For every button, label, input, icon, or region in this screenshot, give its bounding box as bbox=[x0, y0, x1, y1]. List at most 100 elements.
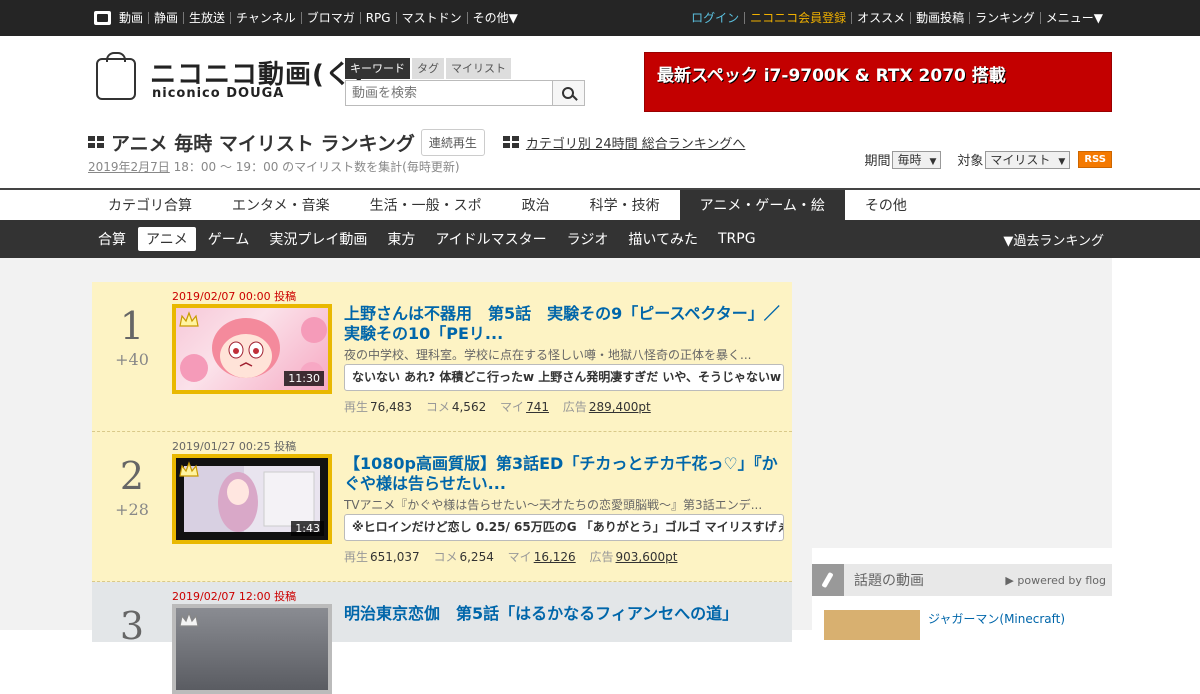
subtab-idolmaster[interactable]: アイドルマスター bbox=[427, 227, 554, 251]
ad-points-link[interactable]: 903,600pt bbox=[616, 550, 678, 564]
pen-icon bbox=[812, 564, 844, 596]
banner-ad-text: 最新スペック i7-9700K & RTX 2070 搭載 bbox=[657, 66, 1006, 86]
period-label: 期間 bbox=[864, 154, 891, 169]
ranking-title-row: アニメ 毎時 マイリスト ランキング 連続再生 カテゴリ別 24時間 総合ランキ… bbox=[88, 128, 745, 156]
niconico-logo[interactable]: ニコニコ動画(く) niconico DOUGA bbox=[94, 52, 364, 104]
search-tab-mylist[interactable]: マイリスト bbox=[446, 58, 511, 79]
search-button[interactable] bbox=[553, 80, 585, 106]
views-count: 651,037 bbox=[370, 550, 420, 564]
mylist-label: マイ bbox=[500, 400, 525, 414]
video-thumbnail[interactable]: 11:30 bbox=[172, 304, 332, 394]
global-nav-right: ログイン ニコニコ会員登録 オススメ 動画投稿 ランキング メニュー▼ bbox=[686, 0, 1108, 36]
tab-other[interactable]: その他 bbox=[845, 190, 927, 220]
video-title-link[interactable]: 【1080p高画質版】第3話ED「チカっとチカ千花っ♡」『かぐや様は告らせたい.… bbox=[344, 454, 784, 494]
subtab-radio[interactable]: ラジオ bbox=[559, 227, 617, 251]
subtab-trpg[interactable]: TRPG bbox=[710, 229, 764, 249]
category-grid-icon bbox=[502, 136, 519, 148]
nav-live[interactable]: 生放送 bbox=[183, 12, 230, 24]
tab-life-general-sports[interactable]: 生活・一般・スポ bbox=[350, 190, 502, 220]
ranking-item: 3 2019/02/07 12:00 投稿 明治東京恋伽 第5話「はるかなるフィ… bbox=[92, 582, 792, 694]
ranking-list-icon bbox=[88, 136, 104, 148]
nav-mastodon[interactable]: マストドン bbox=[395, 12, 467, 24]
dropdown-arrow-icon: ▼ bbox=[929, 156, 937, 167]
search-tab-keyword[interactable]: キーワード bbox=[345, 58, 410, 79]
rank-number: 3 bbox=[119, 604, 145, 648]
sidebar: 話題の動画 ▶ powered by flog ジャガーマン(Minecraft… bbox=[812, 258, 1200, 640]
rss-button[interactable]: RSS bbox=[1078, 151, 1112, 168]
comments-count: 4,562 bbox=[451, 400, 487, 414]
comments-label: コメ bbox=[425, 400, 450, 414]
views-label: 再生 bbox=[344, 400, 369, 414]
niconico-tv-icon[interactable] bbox=[94, 11, 111, 25]
play-all-button[interactable]: 連続再生 bbox=[420, 128, 485, 156]
mylist-count-link[interactable]: 741 bbox=[526, 400, 549, 414]
tab-anime-game-art[interactable]: アニメ・ゲーム・絵 bbox=[679, 190, 845, 220]
rank-change: +28 bbox=[115, 500, 149, 519]
logo-text-en: niconico DOUGA bbox=[152, 86, 285, 101]
posted-date: 2019/01/27 00:25 投稿 bbox=[172, 440, 297, 453]
nav-rpg[interactable]: RPG bbox=[359, 12, 396, 24]
nav-channel[interactable]: チャンネル bbox=[230, 12, 301, 24]
subtab-lets-play[interactable]: 実況プレイ動画 bbox=[261, 227, 375, 251]
ad-label: 広告 bbox=[562, 400, 587, 414]
mylist-label: マイ bbox=[507, 550, 532, 564]
target-label: 対象 bbox=[957, 154, 984, 169]
search-area: キーワード タグ マイリスト bbox=[345, 58, 585, 106]
ad-label: 広告 bbox=[589, 550, 614, 564]
nav-other-menu[interactable]: その他▼ bbox=[466, 12, 523, 24]
tab-entertainment-music[interactable]: エンタメ・音楽 bbox=[212, 190, 350, 220]
subtab-anime[interactable]: アニメ bbox=[138, 227, 196, 251]
subtab-drawing[interactable]: 描いてみた bbox=[620, 227, 706, 251]
tab-science-tech[interactable]: 科学・技術 bbox=[570, 190, 680, 220]
trending-thumbnail[interactable] bbox=[824, 610, 920, 640]
trending-item[interactable]: ジャガーマン(Minecraft) bbox=[824, 610, 1065, 640]
views-count: 76,483 bbox=[370, 400, 413, 414]
page-title: アニメ 毎時 マイリスト ランキング bbox=[111, 132, 415, 155]
powered-by-flog[interactable]: ▶ powered by flog bbox=[1005, 574, 1106, 587]
video-thumbnail[interactable]: 1:43 bbox=[172, 454, 332, 544]
video-description: 夜の中学校、理科室。学校に点在する怪しい噂・地獄八怪奇の正体を暴く... bbox=[344, 348, 752, 362]
mylist-count-link[interactable]: 16,126 bbox=[534, 550, 576, 564]
register-link[interactable]: ニコニコ会員登録 bbox=[744, 12, 851, 24]
nav-recommend[interactable]: オススメ bbox=[851, 12, 910, 24]
aggregation-date-link[interactable]: 2019年2月7日 bbox=[88, 160, 170, 174]
trending-item-title[interactable]: ジャガーマン(Minecraft) bbox=[928, 610, 1065, 640]
site-header: ニコニコ動画(く) niconico DOUGA キーワード タグ マイリスト … bbox=[0, 36, 1200, 188]
target-select[interactable]: マイリスト ▼ bbox=[985, 150, 1071, 169]
crown-icon bbox=[179, 461, 199, 477]
crown-icon bbox=[179, 611, 199, 627]
nav-upload[interactable]: 動画投稿 bbox=[910, 12, 969, 24]
nav-ranking[interactable]: ランキング bbox=[969, 12, 1040, 24]
ad-points-link[interactable]: 289,400pt bbox=[589, 400, 651, 414]
period-select[interactable]: 毎時 ▼ bbox=[892, 150, 942, 169]
tv-chan-mascot-icon bbox=[96, 52, 136, 100]
tab-category-all[interactable]: カテゴリ合算 bbox=[88, 190, 212, 220]
aggregation-period-label: 18：00 ～ 19：00 のマイリスト数を集計(毎時更新) bbox=[169, 160, 460, 174]
nav-blomaga[interactable]: ブロマガ bbox=[300, 12, 360, 24]
comments-label: コメ bbox=[433, 550, 458, 564]
nav-seiga[interactable]: 静画 bbox=[148, 12, 183, 24]
crown-icon bbox=[179, 311, 199, 327]
nav-menu[interactable]: メニュー▼ bbox=[1039, 12, 1108, 24]
login-link[interactable]: ログイン bbox=[686, 12, 744, 24]
video-title-link[interactable]: 明治東京恋伽 第5話「はるかなるフィアンセへの道」 bbox=[344, 604, 784, 624]
banner-ad[interactable]: 最新スペック i7-9700K & RTX 2070 搭載 bbox=[644, 52, 1112, 112]
subtab-all[interactable]: 合算 bbox=[90, 227, 134, 251]
posted-date: 2019/02/07 12:00 投稿 bbox=[172, 590, 297, 603]
nav-video[interactable]: 動画 bbox=[114, 12, 148, 24]
search-input[interactable] bbox=[345, 80, 553, 106]
subtab-touhou[interactable]: 東方 bbox=[379, 227, 423, 251]
past-ranking-dropdown[interactable]: ▼過去ランキング bbox=[1003, 230, 1104, 249]
rank-change: +40 bbox=[115, 350, 149, 369]
search-tab-tag[interactable]: タグ bbox=[412, 58, 444, 79]
subtab-game[interactable]: ゲーム bbox=[200, 227, 258, 251]
tab-politics[interactable]: 政治 bbox=[502, 190, 570, 220]
video-thumbnail[interactable] bbox=[172, 604, 332, 694]
latest-comments: ※ヒロインだけど恋し 0.25/ 65万匹のG 「ありがとう」ゴルゴ マイリスす… bbox=[344, 514, 784, 541]
category-tabs: カテゴリ合算 エンタメ・音楽 生活・一般・スポ 政治 科学・技術 アニメ・ゲーム… bbox=[0, 188, 1200, 220]
aggregation-period-text: 2019年2月7日 18：00 ～ 19：00 のマイリスト数を集計(毎時更新) bbox=[88, 158, 460, 175]
sidebar-ad-slot[interactable] bbox=[812, 258, 1112, 548]
video-title-link[interactable]: 上野さんは不器用 第5話 実験その9「ピースペクター」／実験その10「PEリ..… bbox=[344, 304, 784, 344]
ranking-item: 2 +28 2019/01/27 00:25 投稿 1:43 【1080p高画質… bbox=[92, 432, 792, 582]
category-ranking-link[interactable]: カテゴリ別 24時間 総合ランキングへ bbox=[502, 133, 745, 152]
